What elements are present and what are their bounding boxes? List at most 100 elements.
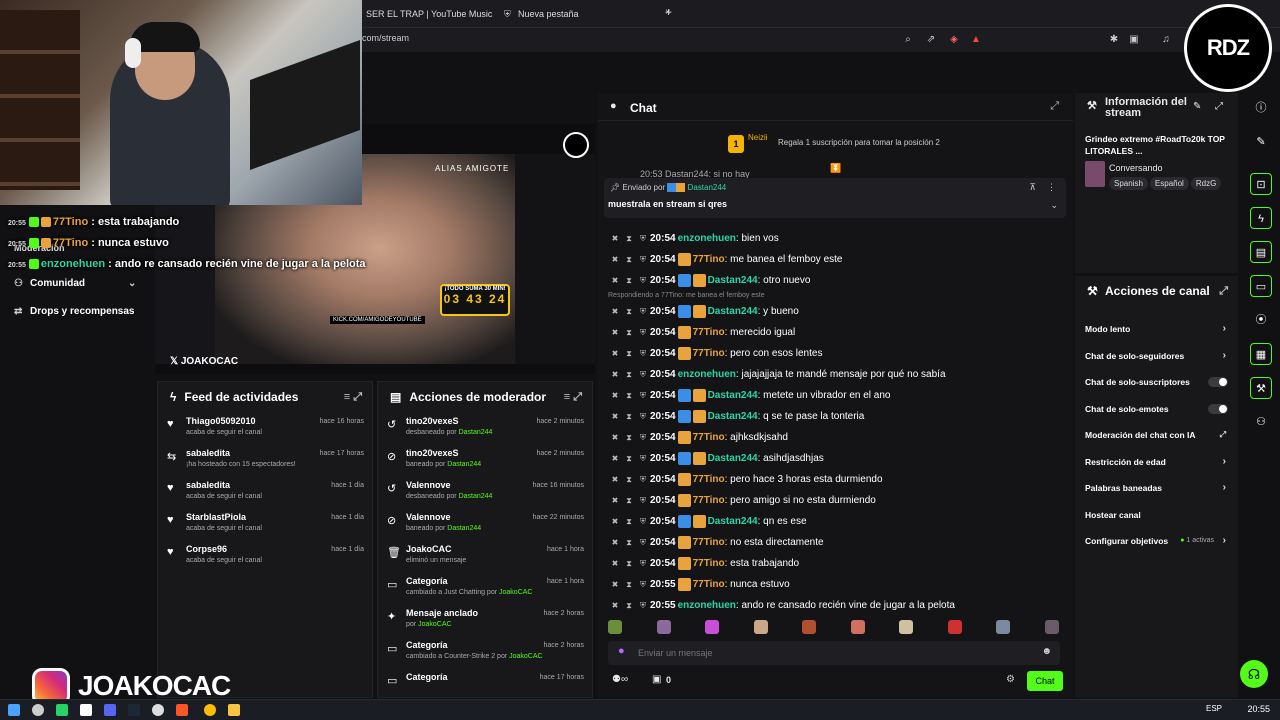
mod-action-item[interactable]: ↺ Valennove desbaneado por Dastan244 hace 1… [378,476,592,508]
mod-action-item[interactable]: ⊘ tino20vexeS baneado por Dastan244 hace 2 … [378,444,592,476]
channel-action-item[interactable]: Palabras baneadas › [1075,475,1238,502]
chat-icon[interactable]: ▭ [1250,275,1272,297]
tab-new[interactable]: ⛨ Nueva pestaña [500,4,660,24]
chat-message[interactable]: ✖ ⧗ ⛨ 20:54 77Tino: merecido igual [608,322,1058,343]
ban-user-icon[interactable]: ✖ [608,553,622,574]
shield-icon[interactable]: ⛨ [636,427,650,448]
channel-action-item[interactable]: Configurar objetivos ● 1 activas › [1075,528,1238,555]
emoji-icon[interactable]: ☻ [1041,646,1052,657]
steam-icon[interactable] [128,704,140,716]
channel-action-item[interactable]: Modo lento › [1075,316,1238,343]
extensions-icon[interactable]: ✱ [1108,34,1120,46]
tiktok-icon[interactable] [80,704,92,716]
ban-user-icon[interactable]: ✖ [608,595,622,616]
broadcast-icon[interactable]: ⦿ [1250,309,1272,331]
points-icon[interactable]: ⚉∞ [612,674,628,685]
brave-shield-icon[interactable]: ◈ [948,34,960,46]
timeout-icon[interactable]: ⧗ [622,427,636,448]
chat-message[interactable]: ✖ ⧗ ⛨ 20:54 Dastan244: qn es ese [608,511,1058,532]
chat-input-box[interactable]: ● ☻ [608,641,1060,665]
shield-icon[interactable]: ⛨ [636,469,650,490]
emote[interactable] [899,620,913,634]
chat-message[interactable]: ✖ ⧗ ⛨ 20:54 Dastan244: y bueno [608,301,1058,322]
timeout-icon[interactable]: ⧗ [622,385,636,406]
timeout-icon[interactable]: ⧗ [622,448,636,469]
share-icon[interactable]: ⇗ [925,34,937,46]
chat-message[interactable]: ✖ ⧗ ⛨ 20:55 77Tino: nunca estuvo [608,574,1058,595]
mod-action-item[interactable]: ↺ tino20vexeS desbaneado por Dastan244 hace… [378,412,592,444]
tag[interactable]: RdzG [1190,177,1222,190]
timeout-icon[interactable]: ⧗ [622,490,636,511]
ban-user-icon[interactable]: ✖ [608,574,622,595]
timeout-icon[interactable]: ⧗ [622,406,636,427]
emote[interactable] [1044,620,1059,634]
emote[interactable] [996,620,1010,634]
emote[interactable] [802,620,816,634]
feed-item[interactable]: ♥ StarblastPiola acaba de seguir el canal h… [158,508,372,540]
channel-action-item[interactable]: Hostear canal [1075,502,1238,529]
timeout-icon[interactable]: ⧗ [622,469,636,490]
chat-message[interactable]: ✖ ⧗ ⛨ 20:54 77Tino: pero con esos lentes [608,343,1058,364]
ban-user-icon[interactable]: ✖ [608,427,622,448]
shield-icon[interactable]: ⛨ [636,364,650,385]
emote[interactable] [705,620,719,634]
gift-icon[interactable]: ▣ [652,674,661,685]
nav-drops[interactable]: ⇄ Drops y recompensas [0,298,155,326]
shield-icon[interactable]: ⛨ [636,490,650,511]
folder-icon[interactable] [228,704,240,716]
chat-message[interactable]: ✖ ⧗ ⛨ 20:54 Dastan244: otro nuevo [608,270,1058,291]
ban-user-icon[interactable]: ✖ [608,343,622,364]
chat-message[interactable]: ✖ ⧗ ⛨ 20:54 77Tino: pero amigo si no esta du… [608,490,1058,511]
popout-icon[interactable]: ⤢ [1219,276,1228,306]
chat-message[interactable]: ✖ ⧗ ⛨ 20:54 77Tino: no esta directamente [608,532,1058,553]
shield-icon[interactable]: ⛨ [636,595,650,616]
bolt-icon[interactable]: ϟ [1250,207,1272,229]
chevron-down-icon[interactable]: ⌄ [1050,200,1058,211]
ban-user-icon[interactable]: ✖ [608,490,622,511]
whatsapp-icon[interactable] [56,704,68,716]
timeout-icon[interactable]: ⧗ [622,532,636,553]
timeout-icon[interactable]: ⧗ [622,511,636,532]
ban-user-icon[interactable]: ✖ [608,228,622,249]
ban-user-icon[interactable]: ✖ [608,301,622,322]
ban-user-icon[interactable]: ✖ [608,249,622,270]
ban-user-icon[interactable]: ✖ [608,532,622,553]
edit-icon[interactable]: ✎ [1193,101,1201,112]
language-indicator[interactable]: ESP [1206,704,1222,713]
music-icon[interactable]: ♫ [1160,34,1172,46]
info-icon[interactable]: ⓘ [1250,97,1272,119]
timeout-icon[interactable]: ⧗ [622,343,636,364]
tab-youtube-music[interactable]: SER EL TRAP | YouTube Music [360,4,495,24]
chat-message[interactable]: ✖ ⧗ ⛨ 20:54 Dastan244: q se te pase la tonte… [608,406,1058,427]
url-text[interactable]: com/stream [362,33,409,43]
chat-message[interactable]: ✖ ⧗ ⛨ 20:54 77Tino: esta trabajando [608,553,1058,574]
obs-icon[interactable] [152,704,164,716]
new-tab-button[interactable]: + [665,5,672,19]
shield-icon[interactable]: ⛨ [636,270,650,291]
chat-message[interactable]: ✖ ⧗ ⛨ 20:54 77Tino: me banea el femboy este [608,249,1058,270]
feed-item[interactable]: ♥ sabaledita acaba de seguir el canal hace … [158,476,372,508]
tag[interactable]: Español [1149,177,1189,190]
ban-user-icon[interactable]: ✖ [608,448,622,469]
ban-user-icon[interactable]: ✖ [608,511,622,532]
settings-icon[interactable]: ⚙ [1006,674,1015,685]
emote[interactable] [850,620,865,634]
shield-icon[interactable]: ⛨ [636,574,650,595]
mod-action-item[interactable]: 🗑︎ JoakoCAC eliminó un mensaje hace 1 hora [378,540,592,572]
pencil-icon[interactable]: ✎ [1250,131,1272,153]
channel-action-item[interactable]: Restricción de edad › [1075,449,1238,476]
shield-icon[interactable]: ⛨ [636,448,650,469]
emote[interactable] [947,620,962,634]
mod-action-item[interactable]: ⊘ Valennove baneado por Dastan244 hace 22 m… [378,508,592,540]
brave-icon[interactable] [176,704,188,716]
list-icon[interactable]: ▤ [1250,241,1272,263]
mod-action-item[interactable]: ▭ Categoría cambiado a Just Chatting por J… [378,572,592,604]
timeout-icon[interactable]: ⧗ [622,574,636,595]
rewards-icon[interactable]: ▲ [970,34,982,46]
chat-message[interactable]: ✖ ⧗ ⛨ 20:54 Dastan244: metete un vibrador en… [608,385,1058,406]
mod-action-item[interactable]: ▭ Categoría cambiado a Counter-Strike 2 po… [378,636,592,668]
scroll-down-icon[interactable]: ⏬ [830,163,841,174]
timeout-icon[interactable]: ⧗ [622,553,636,574]
ban-user-icon[interactable]: ✖ [608,406,622,427]
community-icon[interactable]: ⚇ [1250,411,1272,433]
